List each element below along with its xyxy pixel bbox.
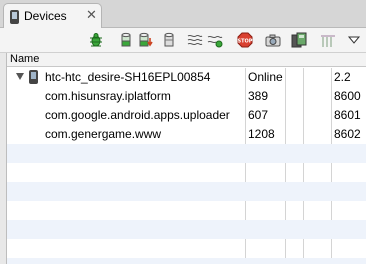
table-row[interactable]: com.genergame.www 1208 8602	[7, 125, 366, 144]
empty-row	[7, 220, 366, 239]
process-pid: 607	[248, 108, 269, 122]
empty-row	[7, 239, 366, 258]
empty-row	[7, 182, 366, 201]
table-row[interactable]: com.hisunsray.iplatform 389 8600	[7, 87, 366, 106]
svg-text:STOP: STOP	[238, 39, 253, 45]
view-menu-icon[interactable]	[346, 32, 362, 48]
update-threads-icon[interactable]	[187, 32, 203, 48]
process-port: 8602	[334, 127, 361, 141]
process-name: com.genergame.www	[45, 127, 162, 141]
process-port: 8600	[334, 89, 361, 103]
device-icon	[10, 10, 19, 24]
debug-process-icon[interactable]	[88, 32, 104, 48]
table-header: Name	[7, 53, 366, 67]
process-name: com.google.android.apps.uploader	[45, 108, 230, 122]
systrace-icon[interactable]	[320, 32, 336, 48]
update-heap-icon[interactable]	[118, 32, 134, 48]
process-pid: 1208	[248, 127, 275, 141]
empty-row	[7, 163, 366, 182]
process-name: com.hisunsray.iplatform	[45, 89, 171, 103]
stop-process-icon[interactable]: STOP	[237, 32, 253, 48]
device-row[interactable]: htc-htc_desire-SH16EPL00854 Online 2.2	[7, 68, 366, 87]
device-icon	[29, 70, 38, 84]
screen-capture-icon[interactable]	[265, 32, 281, 48]
dump-view-hierarchy-icon[interactable]	[291, 32, 307, 48]
dump-hprof-icon[interactable]	[138, 32, 154, 48]
devices-table: Name htc-htc_desire-SH16EPL00854 Online …	[6, 53, 366, 264]
process-pid: 389	[248, 89, 269, 103]
empty-row	[7, 144, 366, 163]
table-row[interactable]: com.google.android.apps.uploader 607 860…	[7, 106, 366, 125]
empty-row	[7, 201, 366, 220]
gc-icon[interactable]	[161, 32, 177, 48]
view-tab-bar: Devices ✕	[0, 0, 366, 29]
close-icon[interactable]: ✕	[86, 7, 97, 23]
device-status: Online	[248, 70, 283, 84]
device-name: htc-htc_desire-SH16EPL00854	[45, 70, 211, 84]
process-port: 8601	[334, 108, 361, 122]
start-method-profiling-icon[interactable]	[207, 32, 223, 48]
empty-row	[7, 258, 366, 264]
tab-label: Devices	[24, 9, 67, 23]
toolbar: STOP	[0, 28, 366, 53]
expand-triangle-icon[interactable]	[16, 73, 24, 80]
device-version: 2.2	[334, 70, 351, 84]
devices-tab[interactable]: Devices ✕	[3, 3, 102, 29]
column-header-name[interactable]: Name	[10, 53, 39, 65]
